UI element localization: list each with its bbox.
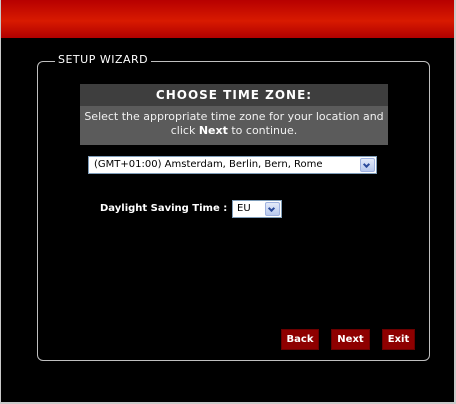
daylight-saving-select[interactable]: EU bbox=[232, 200, 282, 218]
instruction-next-keyword: Next bbox=[198, 124, 228, 137]
top-banner bbox=[1, 0, 454, 38]
setup-wizard-legend: SETUP WIZARD bbox=[55, 52, 152, 68]
next-button[interactable]: Next bbox=[331, 329, 370, 350]
app-frame: SETUP WIZARD CHOOSE TIME ZONE: Select th… bbox=[0, 0, 456, 404]
instruction-text-end: to continue. bbox=[227, 124, 298, 137]
page-title: CHOOSE TIME ZONE: bbox=[80, 84, 388, 106]
chevron-down-icon[interactable] bbox=[265, 202, 280, 216]
daylight-saving-selected-value: EU bbox=[237, 203, 251, 214]
instruction-text: Select the appropriate time zone for you… bbox=[82, 110, 386, 138]
exit-button[interactable]: Exit bbox=[382, 329, 415, 350]
daylight-saving-label: Daylight Saving Time : bbox=[100, 203, 228, 214]
timezone-header-panel: CHOOSE TIME ZONE: Select the appropriate… bbox=[80, 84, 388, 145]
timezone-selected-value: (GMT+01:00) Amsterdam, Berlin, Bern, Rom… bbox=[94, 159, 323, 170]
chevron-down-icon[interactable] bbox=[360, 158, 375, 172]
back-button[interactable]: Back bbox=[281, 329, 319, 350]
timezone-select[interactable]: (GMT+01:00) Amsterdam, Berlin, Bern, Rom… bbox=[88, 156, 377, 174]
